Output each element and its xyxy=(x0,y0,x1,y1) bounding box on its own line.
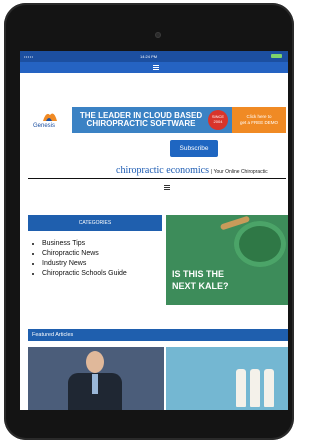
top-nav-bar xyxy=(20,62,288,73)
brand-tagline: | Your Online Chiropractic xyxy=(211,169,268,175)
front-camera xyxy=(155,32,161,38)
status-bar: ••••• 14:24 PM xyxy=(20,51,288,62)
banner-headline-line2: CHIROPRACTIC SOFTWARE xyxy=(86,119,196,128)
brand-name[interactable]: chiropractic economics xyxy=(116,165,209,176)
category-item[interactable]: Chiropractic Schools Guide xyxy=(42,269,127,279)
banner-headline: THE LEADER IN CLOUD BASED CHIROPRACTIC S… xyxy=(76,112,206,128)
ad-headline-line1: IS THIS THE xyxy=(172,269,225,279)
featured-articles-header: Featured Articles xyxy=(28,329,288,341)
milk-bottle xyxy=(236,369,246,407)
milk-bottle xyxy=(250,369,260,407)
since-year: 2004 xyxy=(213,119,223,124)
subscribe-button[interactable]: Subscribe xyxy=(170,140,218,157)
banner-cta-button[interactable]: Click here to get a FREE DEMO xyxy=(232,107,286,133)
battery-icon xyxy=(271,54,282,58)
categories-list: Business Tips Chiropractic News Industry… xyxy=(32,239,127,279)
hamburger-icon[interactable] xyxy=(164,185,170,190)
genesis-logo-icon xyxy=(43,113,57,121)
menu-icon[interactable] xyxy=(153,65,159,70)
logo-text: Genesis xyxy=(33,123,56,129)
person-tie xyxy=(92,374,98,394)
matcha-bowl-image xyxy=(234,221,286,267)
ad-banner[interactable]: Genesis THE LEADER IN CLOUD BASED CHIROP… xyxy=(28,107,286,133)
cta-line2: get a FREE DEMO xyxy=(239,120,278,125)
signal-indicator: ••••• xyxy=(24,54,34,59)
tablet-screen: ••••• 14:24 PM Genesis THE LEADER IN CLO… xyxy=(20,51,288,410)
person-head xyxy=(86,351,104,373)
since-badge: SINCE 2004 xyxy=(208,110,228,130)
milk-bottle xyxy=(264,369,274,407)
categories-header: CATEGORIES xyxy=(28,215,162,231)
kale-ad-image[interactable]: IS THIS THE NEXT KALE? xyxy=(166,215,288,305)
site-brand[interactable]: chiropractic economics | Your Online Chir… xyxy=(116,160,288,176)
header-divider xyxy=(28,178,286,179)
category-item[interactable]: Chiropractic News xyxy=(42,249,127,259)
featured-article-image-1[interactable] xyxy=(28,347,164,410)
featured-article-image-2[interactable] xyxy=(166,347,288,410)
status-time: 14:24 PM xyxy=(140,54,158,59)
ad-headline-line2: NEXT KALE? xyxy=(172,281,229,291)
category-item[interactable]: Industry News xyxy=(42,259,127,269)
genesis-logo: Genesis xyxy=(28,107,72,133)
category-item[interactable]: Business Tips xyxy=(42,239,127,249)
